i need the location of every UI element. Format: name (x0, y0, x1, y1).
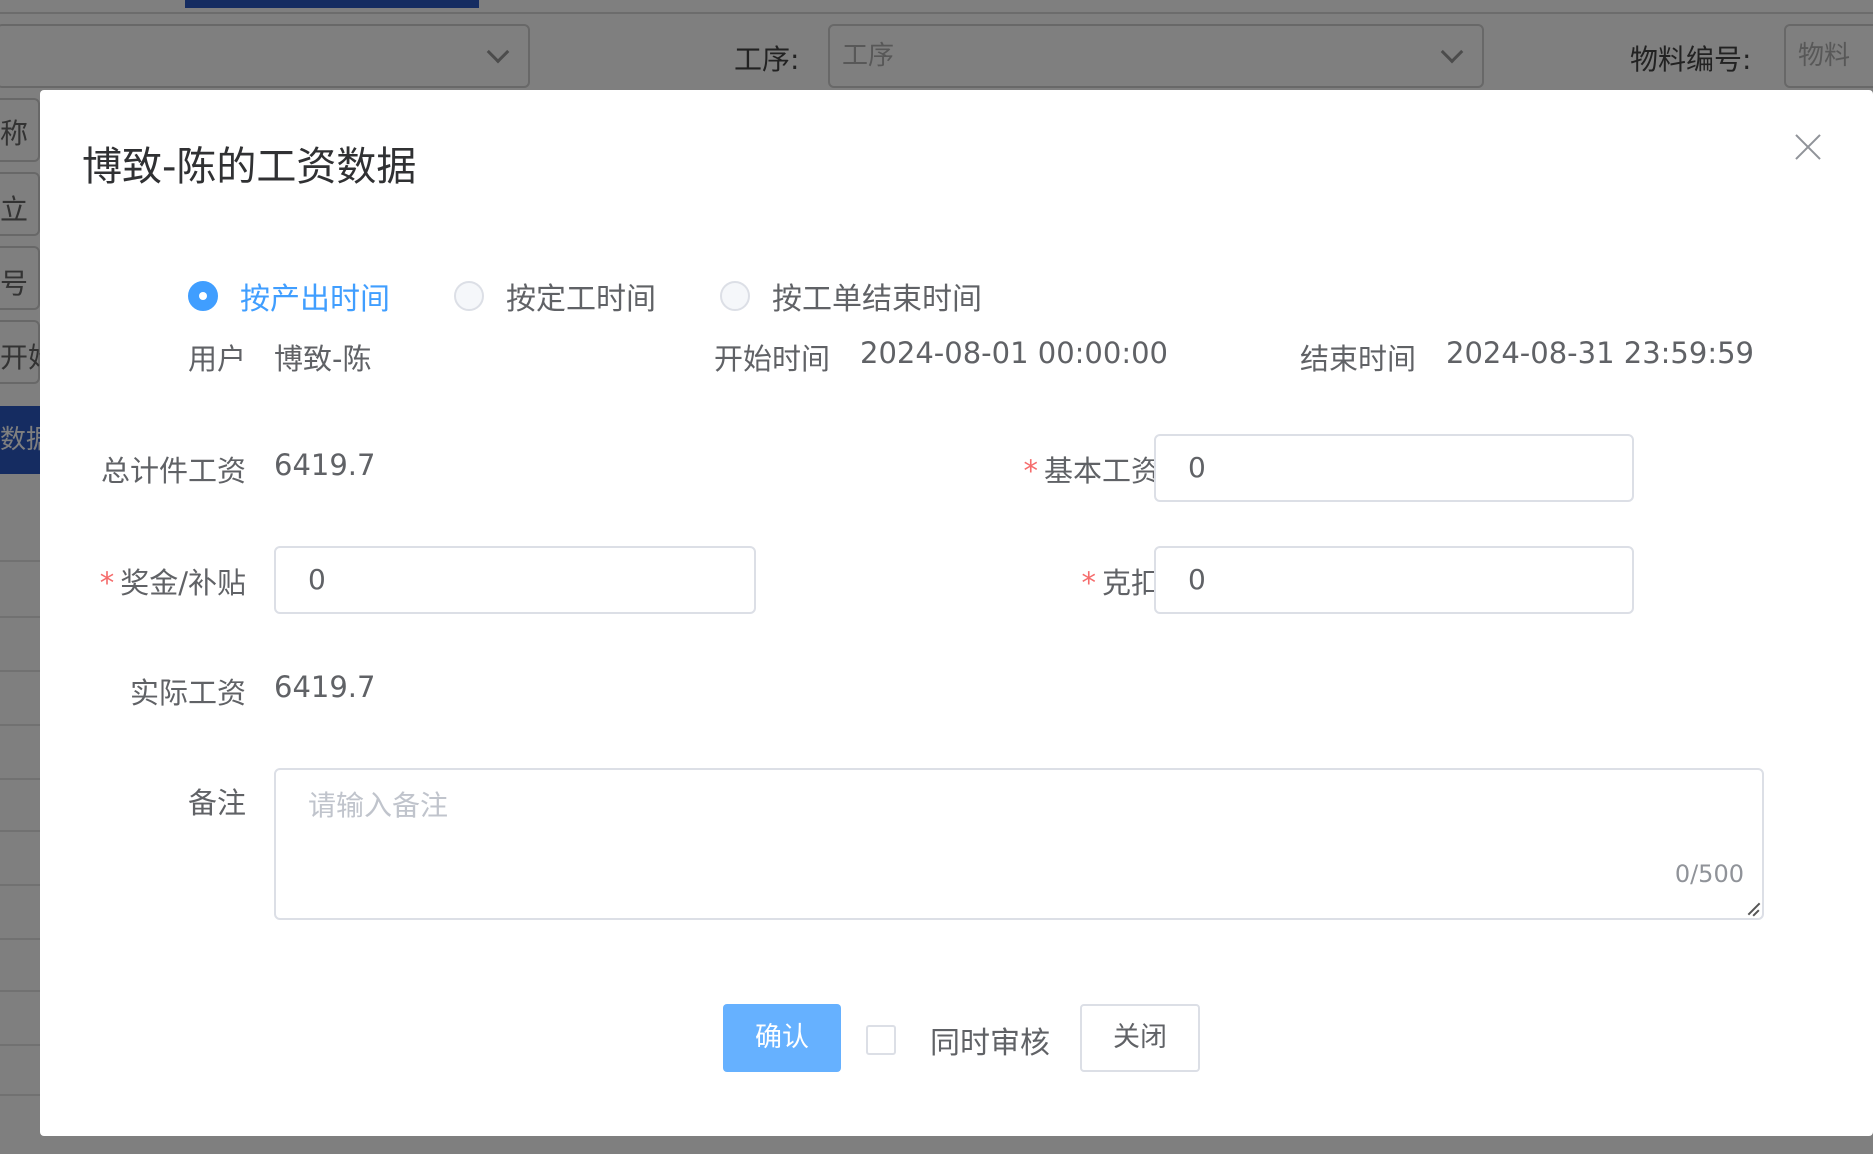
radio-by-workorder-end-time[interactable]: 按工单结束时间 (720, 274, 982, 318)
remark-placeholder: 请输入备注 (308, 789, 449, 822)
required-mark: * (99, 566, 115, 600)
deduction-input[interactable]: 0 (1154, 546, 1634, 614)
radio-label: 按工单结束时间 (772, 282, 982, 317)
base-salary-input[interactable]: 0 (1154, 434, 1634, 502)
required-mark: * (1023, 454, 1038, 488)
radio-label: 按产出时间 (240, 282, 390, 317)
required-mark: * (1081, 566, 1096, 600)
confirm-button[interactable]: 确认 (723, 1004, 841, 1072)
deduction-label: * 克扣 (900, 560, 1160, 602)
bonus-input[interactable]: 0 (274, 546, 756, 614)
radio-label: 按定工时间 (506, 282, 656, 317)
total-piece-wage-value: 6419.7 (274, 448, 376, 482)
bonus-label: * 奖金/补贴 (26, 560, 246, 602)
audit-checkbox-label: 同时审核 (930, 1026, 1050, 1061)
end-time-label: 结束时间 (1300, 342, 1417, 376)
remark-char-count: 0/500 (1674, 860, 1744, 888)
dialog-title: 博致-陈的工资数据 (82, 144, 417, 190)
remark-textarea[interactable]: 请输入备注 0/500 (274, 768, 1764, 920)
user-value: 博致-陈 (274, 342, 372, 376)
user-label: 用户 (188, 342, 247, 376)
resize-handle-icon[interactable] (1744, 900, 1760, 916)
checkbox-unchecked-icon (866, 1025, 896, 1055)
salary-dialog: 博致-陈的工资数据 按产出时间 按定工时间 按工单结束时间 用户 博致-陈 开始… (40, 90, 1873, 1136)
close-icon[interactable] (1793, 132, 1823, 162)
base-salary-label: * 基本工资 (900, 448, 1160, 490)
radio-unchecked-icon (454, 281, 484, 311)
radio-unchecked-icon (720, 281, 750, 311)
base-salary-text: 基本工资 (1043, 454, 1160, 488)
close-button[interactable]: 关闭 (1080, 1004, 1200, 1072)
radio-by-output-time[interactable]: 按产出时间 (188, 274, 390, 318)
total-piece-wage-label: 总计件工资 (100, 454, 246, 488)
start-time-value: 2024-08-01 00:00:00 (860, 336, 1168, 370)
actual-wage-label: 实际工资 (129, 676, 246, 710)
bonus-text: 奖金/补贴 (120, 566, 246, 600)
deduction-text: 克扣 (1101, 566, 1160, 600)
start-time-label: 开始时间 (714, 342, 831, 376)
remark-label: 备注 (187, 786, 246, 820)
audit-checkbox[interactable]: 同时审核 (866, 1018, 1050, 1062)
actual-wage-value: 6419.7 (274, 670, 376, 704)
end-time-value: 2024-08-31 23:59:59 (1446, 336, 1754, 370)
radio-by-fixed-time[interactable]: 按定工时间 (454, 274, 656, 318)
radio-checked-icon (188, 281, 218, 311)
